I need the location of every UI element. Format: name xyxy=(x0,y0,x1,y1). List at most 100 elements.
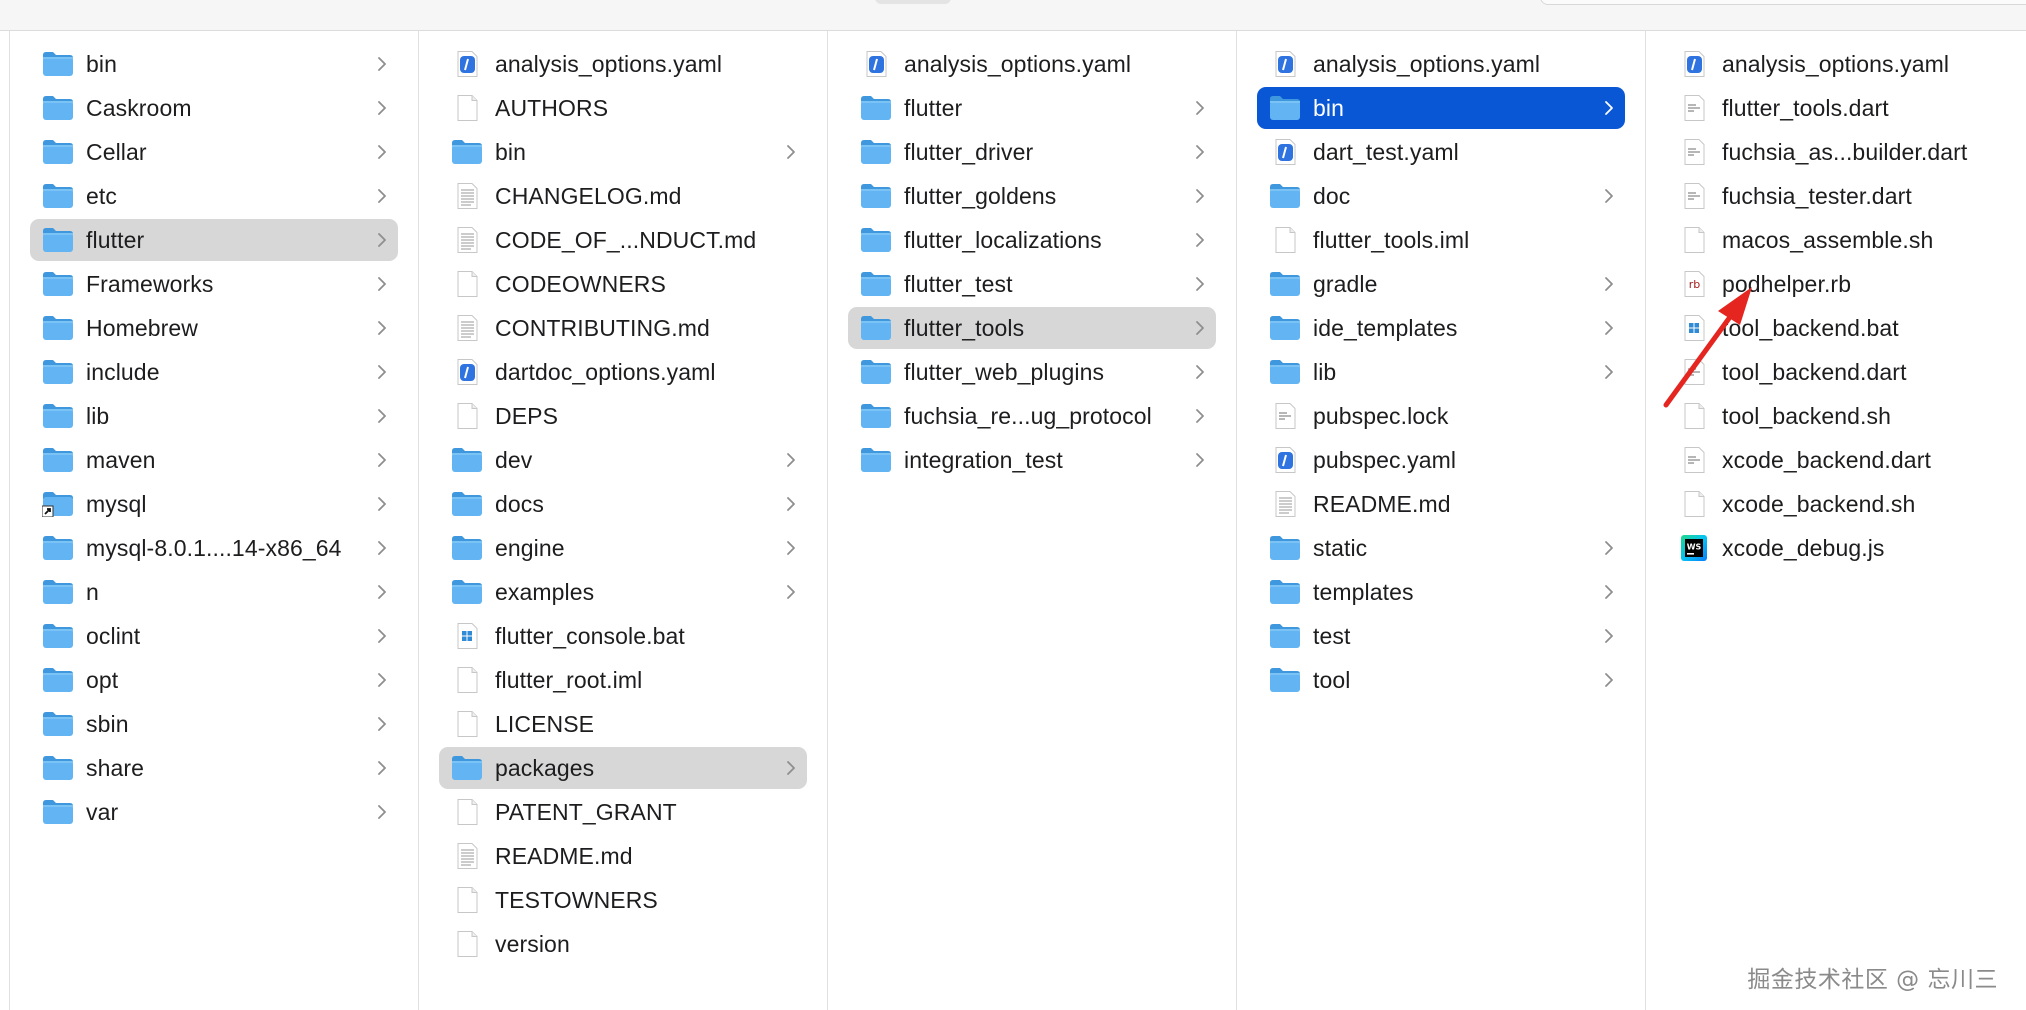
file-row-flutter-goldens[interactable]: flutter_goldens xyxy=(848,175,1216,217)
file-name: packages xyxy=(495,755,595,781)
blank-file-icon xyxy=(451,931,483,957)
file-row-include[interactable]: include xyxy=(30,351,398,393)
file-row-readme-md[interactable]: README.md xyxy=(439,835,807,877)
file-row-pubspec-lock[interactable]: pubspec.lock xyxy=(1257,395,1625,437)
file-name: flutter_driver xyxy=(904,139,1034,165)
file-row-fuchsia-re-ug-protocol[interactable]: fuchsia_re...ug_protocol xyxy=(848,395,1216,437)
file-row-share[interactable]: share xyxy=(30,747,398,789)
file-row-etc[interactable]: etc xyxy=(30,175,398,217)
webstorm-badge-text: WS xyxy=(1687,543,1702,552)
file-row-code-of-nduct-md[interactable]: CODE_OF_...NDUCT.md xyxy=(439,219,807,261)
file-row-flutter-web-plugins[interactable]: flutter_web_plugins xyxy=(848,351,1216,393)
folder-icon xyxy=(860,359,892,385)
file-row-engine[interactable]: engine xyxy=(439,527,807,569)
file-row-lib[interactable]: lib xyxy=(30,395,398,437)
file-row-var[interactable]: var xyxy=(30,791,398,833)
chevron-right-icon xyxy=(1194,100,1206,116)
file-row-fuchsia-as-builder-dart[interactable]: fuchsia_as...builder.dart xyxy=(1666,131,2026,173)
file-name: macos_assemble.sh xyxy=(1722,227,1934,253)
file-row-testowners[interactable]: TESTOWNERS xyxy=(439,879,807,921)
file-row-flutter[interactable]: flutter xyxy=(30,219,398,261)
file-row-authors[interactable]: AUTHORS xyxy=(439,87,807,129)
file-row-caskroom[interactable]: Caskroom xyxy=(30,87,398,129)
file-row-flutter-tools-iml[interactable]: flutter_tools.iml xyxy=(1257,219,1625,261)
file-row-examples[interactable]: examples xyxy=(439,571,807,613)
file-row-fuchsia-tester-dart[interactable]: fuchsia_tester.dart xyxy=(1666,175,2026,217)
file-row-pubspec-yaml[interactable]: pubspec.yaml xyxy=(1257,439,1625,481)
file-row-readme-md[interactable]: README.md xyxy=(1257,483,1625,525)
file-row-license[interactable]: LICENSE xyxy=(439,703,807,745)
file-row-n[interactable]: n xyxy=(30,571,398,613)
file-row-flutter-localizations[interactable]: flutter_localizations xyxy=(848,219,1216,261)
file-row-analysis-options-yaml[interactable]: analysis_options.yaml xyxy=(848,43,1216,85)
file-row-flutter-tools-dart[interactable]: flutter_tools.dart xyxy=(1666,87,2026,129)
chevron-right-icon xyxy=(1603,364,1615,380)
file-row-changelog-md[interactable]: CHANGELOG.md xyxy=(439,175,807,217)
file-row-codeowners[interactable]: CODEOWNERS xyxy=(439,263,807,305)
file-name: flutter xyxy=(904,95,963,121)
file-row-homebrew[interactable]: Homebrew xyxy=(30,307,398,349)
file-row-maven[interactable]: maven xyxy=(30,439,398,481)
file-row-gradle[interactable]: gradle xyxy=(1257,263,1625,305)
file-row-patent-grant[interactable]: PATENT_GRANT xyxy=(439,791,807,833)
file-name: AUTHORS xyxy=(495,95,609,121)
file-name: flutter_tools.dart xyxy=(1722,95,1889,121)
file-row-flutter[interactable]: flutter xyxy=(848,87,1216,129)
chevron-right-icon xyxy=(376,144,388,160)
file-row-dartdoc-options-yaml[interactable]: dartdoc_options.yaml xyxy=(439,351,807,393)
column-5[interactable]: analysis_options.yaml flutter_tools.dartf… xyxy=(1646,31,2026,1010)
file-row-ide-templates[interactable]: ide_templates xyxy=(1257,307,1625,349)
file-row-dart-test-yaml[interactable]: dart_test.yaml xyxy=(1257,131,1625,173)
column-3[interactable]: analysis_options.yamlflutter flutter_driv… xyxy=(828,31,1237,1010)
file-row-analysis-options-yaml[interactable]: analysis_options.yaml xyxy=(1257,43,1625,85)
file-row-bin[interactable]: bin xyxy=(439,131,807,173)
folder-icon xyxy=(1269,359,1301,385)
file-row-flutter-tools[interactable]: flutter_tools xyxy=(848,307,1216,349)
file-row-analysis-options-yaml[interactable]: analysis_options.yaml xyxy=(439,43,807,85)
file-row-tool[interactable]: tool xyxy=(1257,659,1625,701)
file-row-templates[interactable]: templates xyxy=(1257,571,1625,613)
blank-file-icon xyxy=(1678,491,1710,517)
file-row-static[interactable]: static xyxy=(1257,527,1625,569)
file-row-bin[interactable]: bin xyxy=(1257,87,1625,129)
file-row-mysql[interactable]: mysql xyxy=(30,483,398,525)
file-row-xcode-backend-dart[interactable]: xcode_backend.dart xyxy=(1666,439,2026,481)
file-row-integration-test[interactable]: integration_test xyxy=(848,439,1216,481)
file-name: sbin xyxy=(86,711,129,737)
text-file-icon xyxy=(1269,491,1301,517)
column-2[interactable]: analysis_options.yaml AUTHORS bin CHANGELOG… xyxy=(419,31,828,1010)
file-row-opt[interactable]: opt xyxy=(30,659,398,701)
file-row-packages[interactable]: packages xyxy=(439,747,807,789)
column-4[interactable]: analysis_options.yaml bin dart_test.yaml do… xyxy=(1237,31,1646,1010)
file-name: var xyxy=(86,799,119,825)
file-row-flutter-root-iml[interactable]: flutter_root.iml xyxy=(439,659,807,701)
file-row-contributing-md[interactable]: CONTRIBUTING.md xyxy=(439,307,807,349)
file-row-docs[interactable]: docs xyxy=(439,483,807,525)
file-row-deps[interactable]: DEPS xyxy=(439,395,807,437)
file-row-lib[interactable]: lib xyxy=(1257,351,1625,393)
folder-icon xyxy=(42,403,74,429)
file-row-xcode-backend-sh[interactable]: xcode_backend.sh xyxy=(1666,483,2026,525)
file-row-macos-assemble-sh[interactable]: macos_assemble.sh xyxy=(1666,219,2026,261)
file-row-analysis-options-yaml[interactable]: analysis_options.yaml xyxy=(1666,43,2026,85)
file-row-dev[interactable]: dev xyxy=(439,439,807,481)
file-row-test[interactable]: test xyxy=(1257,615,1625,657)
file-row-cellar[interactable]: Cellar xyxy=(30,131,398,173)
file-row-bin[interactable]: bin xyxy=(30,43,398,85)
file-row-flutter-console-bat[interactable]: flutter_console.bat xyxy=(439,615,807,657)
file-row-flutter-test[interactable]: flutter_test xyxy=(848,263,1216,305)
file-row-version[interactable]: version xyxy=(439,923,807,965)
file-row-xcode-debug-js[interactable]: WS xcode_debug.js xyxy=(1666,527,2026,569)
file-row-sbin[interactable]: sbin xyxy=(30,703,398,745)
file-row-frameworks[interactable]: Frameworks xyxy=(30,263,398,305)
file-row-doc[interactable]: doc xyxy=(1257,175,1625,217)
file-row-oclint[interactable]: oclint xyxy=(30,615,398,657)
toolbar-segment[interactable] xyxy=(875,0,951,4)
file-name: flutter_web_plugins xyxy=(904,359,1105,385)
column-1[interactable]: bin Caskroom Cellar etc flutter Frameworks Hom… xyxy=(10,31,419,1010)
folder-icon xyxy=(42,183,74,209)
search-field[interactable] xyxy=(1540,0,2026,5)
file-row-mysql-8-0-1-14-x86-64[interactable]: mysql-8.0.1....14-x86_64 xyxy=(30,527,398,569)
folder-icon xyxy=(42,579,74,605)
file-row-flutter-driver[interactable]: flutter_driver xyxy=(848,131,1216,173)
